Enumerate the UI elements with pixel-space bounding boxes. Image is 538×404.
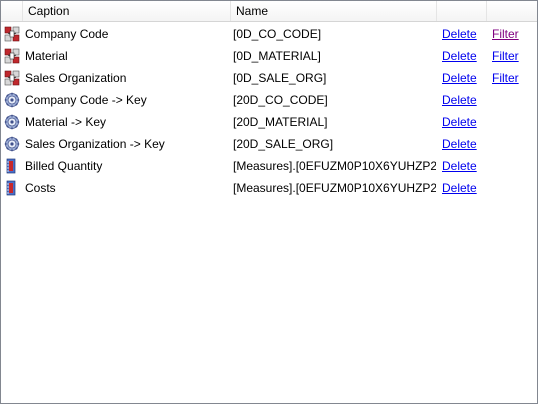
field-name: [Measures].[0EFUZM0P10X6YUHZP2C... [233, 159, 436, 173]
filter-link[interactable]: Filter [492, 67, 536, 89]
table-row[interactable]: Sales Organization -> Key [20D_SALE_ORG] D… [1, 133, 537, 155]
field-caption: Company Code -> Key [25, 93, 147, 107]
field-name: [0D_CO_CODE] [233, 27, 322, 41]
field-rows: Company Code [0D_CO_CODE] Delete Filter Mate… [1, 23, 537, 199]
header-filter-column [487, 1, 537, 21]
characteristic-icon [4, 70, 20, 86]
table-row[interactable]: Company Code [0D_CO_CODE] Delete Filter [1, 23, 537, 45]
table-row[interactable]: Material -> Key [20D_MATERIAL] Delete [1, 111, 537, 133]
header-delete-column [437, 1, 487, 21]
header-icon-column [1, 1, 23, 21]
key-gear-icon [4, 136, 20, 152]
table-row[interactable]: Sales Organization [0D_SALE_ORG] Delete Fil… [1, 67, 537, 89]
table-row[interactable]: Company Code -> Key [20D_CO_CODE] Delete [1, 89, 537, 111]
field-caption: Costs [25, 181, 56, 195]
fields-list-view: Caption Name Company Code [0D_CO_CODE] Del… [0, 0, 538, 404]
table-row[interactable]: Costs [Measures].[0EFUZM0P10X6YUHZP2C... D… [1, 177, 537, 199]
delete-link[interactable]: Delete [442, 67, 486, 89]
characteristic-icon [4, 48, 20, 64]
measure-icon [4, 180, 20, 196]
header-caption[interactable]: Caption [23, 1, 231, 21]
delete-link[interactable]: Delete [442, 111, 486, 133]
field-caption: Material [25, 49, 68, 63]
filter-link[interactable]: Filter [492, 45, 536, 67]
table-row[interactable]: Material [0D_MATERIAL] Delete Filter [1, 45, 537, 67]
delete-link[interactable]: Delete [442, 133, 486, 155]
key-gear-icon [4, 92, 20, 108]
column-header: Caption Name [1, 1, 537, 22]
delete-link[interactable]: Delete [442, 23, 486, 45]
field-name: [20D_MATERIAL] [233, 115, 328, 129]
field-caption: Sales Organization [25, 71, 127, 85]
field-name: [0D_MATERIAL] [233, 49, 321, 63]
filter-link[interactable]: Filter [492, 23, 536, 45]
field-name: [20D_CO_CODE] [233, 93, 328, 107]
field-caption: Company Code [25, 27, 109, 41]
field-caption: Sales Organization -> Key [25, 137, 165, 151]
delete-link[interactable]: Delete [442, 89, 486, 111]
field-name: [0D_SALE_ORG] [233, 71, 327, 85]
table-row[interactable]: Billed Quantity [Measures].[0EFUZM0P10X6Y… [1, 155, 537, 177]
key-gear-icon [4, 114, 20, 130]
field-name: [Measures].[0EFUZM0P10X6YUHZP2C... [233, 181, 436, 195]
delete-link[interactable]: Delete [442, 45, 486, 67]
characteristic-icon [4, 26, 20, 42]
field-caption: Billed Quantity [25, 159, 103, 173]
field-caption: Material -> Key [25, 115, 107, 129]
delete-link[interactable]: Delete [442, 177, 486, 199]
field-name: [20D_SALE_ORG] [233, 137, 334, 151]
header-name[interactable]: Name [231, 1, 437, 21]
delete-link[interactable]: Delete [442, 155, 486, 177]
measure-icon [4, 158, 20, 174]
